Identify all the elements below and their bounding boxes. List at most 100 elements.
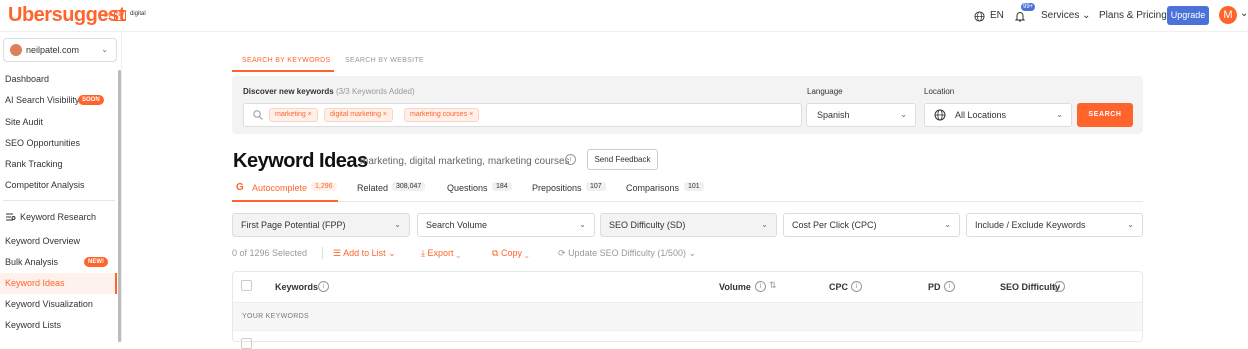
services-menu[interactable]: Services ⌄ [1041,10,1091,21]
add-to-list-button[interactable]: ☰ Add to List ⌄ [333,248,396,259]
chevron-down-icon: ⌄ [900,110,907,119]
search-icon [253,110,263,120]
sidebar-item-competitor-analysis[interactable]: Competitor Analysis [5,180,85,190]
tab-count: 107 [586,182,606,191]
keyword-chip[interactable]: marketing courses × [404,108,480,122]
send-feedback-button[interactable]: Send Feedback [587,149,658,170]
location-select[interactable]: All Locations ⌄ [924,103,1072,127]
tab-search-by-website[interactable]: SEARCH BY WEBSITE [345,57,424,64]
sidebar-item-dashboard[interactable]: Dashboard [5,74,49,84]
info-icon[interactable]: i [851,281,862,292]
info-icon[interactable]: i [755,281,766,292]
sidebar-item-site-audit[interactable]: Site Audit [5,117,43,127]
globe-icon [934,109,946,121]
chevron-down-icon: ⌄ [524,248,529,258]
chevron-down-icon: ⌄ [761,220,768,229]
your-keywords-label: YOUR KEYWORDS [242,313,309,320]
copy-button[interactable]: ⧉ Copy ⌄ [492,248,529,259]
sidebar-item-keyword-visualization[interactable]: Keyword Visualization [5,299,93,309]
copy-label: Copy [500,248,522,258]
search-button[interactable]: SEARCH [1077,103,1133,127]
location-value: All Locations [955,110,1007,120]
discover-label: Discover new keywords (3/3 Keywords Adde… [243,87,415,96]
tab-count: 101 [684,182,704,191]
sidebar-item-ai-search-visibility[interactable]: AI Search Visibility [5,95,79,105]
chevron-down-icon: ⌄ [688,248,697,258]
sidebar-item-keyword-overview[interactable]: Keyword Overview [5,236,80,246]
language-select[interactable]: Spanish ⌄ [806,103,916,127]
bell-icon[interactable] [1014,10,1026,22]
col-pd[interactable]: PD [928,282,941,292]
info-icon[interactable]: i [318,281,329,292]
sort-icon[interactable]: ⇅ [769,280,777,291]
info-icon[interactable]: i [565,154,576,165]
plans-pricing-link[interactable]: Plans & Pricing [1099,10,1167,21]
sidebar-item-keyword-lists[interactable]: Keyword Lists [5,320,61,330]
keyword-chip[interactable]: digital marketing × [324,108,394,122]
filter-search-volume[interactable]: Search Volume ⌄ [417,213,595,237]
add-to-list-label: Add to List [343,248,386,258]
sidebar-item-keyword-ideas[interactable]: Keyword Ideas [5,278,65,288]
sidebar-item-seo-opportunities[interactable]: SEO Opportunities [5,138,80,148]
select-all-checkbox[interactable] [241,280,252,291]
col-volume[interactable]: Volume [719,282,751,292]
filter-label: Include / Exclude Keywords [975,220,1086,230]
col-keywords[interactable]: Keywords [275,282,318,292]
update-sd-button[interactable]: ⟳ Update SEO Difficulty (1/500) ⌄ [558,248,696,259]
export-button[interactable]: ⤓ Export ⌄ [421,248,460,259]
chevron-down-icon: ⌄ [394,220,401,229]
soon-badge: SOON [78,95,104,105]
filter-include-exclude[interactable]: Include / Exclude Keywords ⌄ [966,213,1143,237]
avatar[interactable]: M [1219,6,1237,24]
tab-search-by-keywords[interactable]: SEARCH BY KEYWORDS [242,57,331,64]
sidebar-item-bulk-analysis[interactable]: Bulk Analysis [5,257,58,267]
tab-count: 184 [492,182,512,191]
tab-questions[interactable]: Questions [447,183,488,193]
top-bar: Ubersuggest by NP digital EN 99+ Service… [0,0,1248,32]
globe-icon[interactable] [974,11,985,22]
page-subtitle: marketing, digital marketing, marketing … [360,156,570,167]
section-row [233,302,1142,331]
language-toggle[interactable]: EN [990,10,1004,21]
filter-seo-difficulty[interactable]: SEO Difficulty (SD) ⌄ [600,213,777,237]
update-sd-label: Update SEO Difficulty (1/500) [568,248,686,258]
chevron-down-icon[interactable]: ⌄ [1240,8,1248,19]
chevron-down-icon: ⌄ [101,45,108,54]
language-value: Spanish [817,110,850,120]
list-icon: ☰ [333,248,342,258]
discover-title: Discover new keywords [243,87,334,96]
col-seo-difficulty[interactable]: SEO Difficulty [1000,282,1060,292]
active-tab-underline [232,200,338,202]
filter-fpp[interactable]: First Page Potential (FPP) ⌄ [232,213,410,237]
filter-cpc[interactable]: Cost Per Click (CPC) ⌄ [783,213,960,237]
tab-related[interactable]: Related [357,183,388,193]
info-icon[interactable]: i [1054,281,1065,292]
sidebar-section-keyword-research[interactable]: Keyword Research [20,212,96,222]
google-icon: G [236,182,244,193]
language-label: Language [807,87,843,96]
tab-comparisons[interactable]: Comparisons [626,183,679,193]
keyword-chip[interactable]: marketing × [269,108,318,122]
info-icon[interactable]: i [944,281,955,292]
sidebar-item-rank-tracking[interactable]: Rank Tracking [5,159,63,169]
chevron-down-icon: ⌄ [456,248,461,258]
sidebar-scrollbar[interactable] [118,70,121,342]
np-digital-text: digital [130,11,146,17]
row-checkbox[interactable] [241,338,252,349]
tab-count: 1,296 [311,182,337,191]
tab-autocomplete[interactable]: Autocomplete [252,183,307,193]
tabs-divider [232,201,1143,202]
logo-by-text: by [104,12,112,19]
col-cpc[interactable]: CPC [829,282,848,292]
sidebar-divider [3,200,115,201]
services-label: Services [1041,10,1080,21]
upgrade-button[interactable]: Upgrade [1167,6,1209,25]
chevron-down-icon: ⌄ [579,220,586,229]
filter-label: Search Volume [426,220,488,230]
tab-prepositions[interactable]: Prepositions [532,183,582,193]
keyword-research-icon [6,213,16,221]
site-selector[interactable]: neilpatel.com ⌄ [3,38,117,62]
refresh-icon: ⟳ [558,248,566,258]
chevron-down-icon: ⌄ [1056,110,1063,119]
filter-label: Cost Per Click (CPC) [792,220,877,230]
